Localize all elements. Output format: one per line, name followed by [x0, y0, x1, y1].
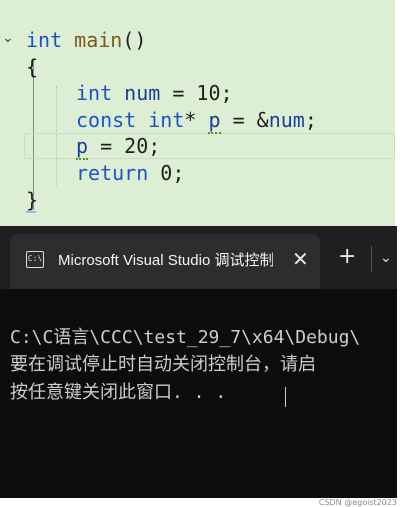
- code-text: = &: [220, 108, 269, 132]
- code-text: *: [184, 108, 209, 132]
- chevron-down-icon[interactable]: ⌄: [2, 30, 14, 46]
- code-line-5: p = 20;: [76, 133, 161, 160]
- output-line: 按任意键关闭此窗口. . .: [10, 382, 227, 403]
- divider: [371, 246, 372, 272]
- brace-match-marker: [26, 211, 36, 213]
- code-text: = 20;: [88, 134, 161, 158]
- code-editor[interactable]: ⌄ int main() { int num = 10; const int* …: [0, 0, 395, 226]
- keyword: int: [148, 108, 185, 132]
- code-line-7: }: [26, 187, 38, 213]
- keyword: const: [76, 108, 137, 132]
- terminal-window[interactable]: C:\ Microsoft Visual Studio 调试控制台 ✕ + ⌄ …: [0, 226, 397, 498]
- output-line: C:\C语言\CCC\test_29_7\x64\Debug\: [10, 327, 361, 348]
- close-icon[interactable]: ✕: [292, 248, 309, 270]
- keyword: return: [76, 161, 149, 185]
- code-line-3: int num = 10;: [76, 80, 233, 106]
- code-text: ;: [304, 108, 317, 132]
- identifier: p: [208, 108, 221, 134]
- watermark: CSDN @egoist2023: [318, 498, 397, 507]
- code-text: (): [122, 28, 147, 52]
- identifier: num: [268, 108, 305, 132]
- tab-title: Microsoft Visual Studio 调试控制台: [58, 252, 273, 269]
- tab-debug-console[interactable]: C:\ Microsoft Visual Studio 调试控制台 ✕: [10, 234, 320, 289]
- chevron-down-icon[interactable]: ⌄: [380, 250, 392, 266]
- keyword: int: [76, 81, 113, 105]
- code-text: }: [26, 188, 39, 212]
- code-line-2: {: [26, 54, 38, 80]
- new-tab-button[interactable]: +: [338, 246, 356, 268]
- text-cursor: [285, 387, 286, 407]
- console-icon: C:\: [26, 251, 44, 268]
- code-line-1: int main(): [26, 27, 146, 53]
- keyword: int: [26, 28, 63, 52]
- code-line-4: const int* p = &num;: [76, 107, 317, 134]
- tab-bar: C:\ Microsoft Visual Studio 调试控制台 ✕ + ⌄: [0, 226, 397, 289]
- output-line: 要在调试停止时自动关闭控制台，请启: [10, 354, 316, 375]
- function-name: main: [74, 28, 123, 52]
- code-text: = 10;: [160, 81, 233, 105]
- identifier: num: [124, 81, 161, 105]
- identifier: p: [76, 134, 89, 160]
- code-text: 0;: [148, 161, 185, 185]
- code-line-6: return 0;: [76, 160, 184, 186]
- code-text: {: [26, 55, 39, 79]
